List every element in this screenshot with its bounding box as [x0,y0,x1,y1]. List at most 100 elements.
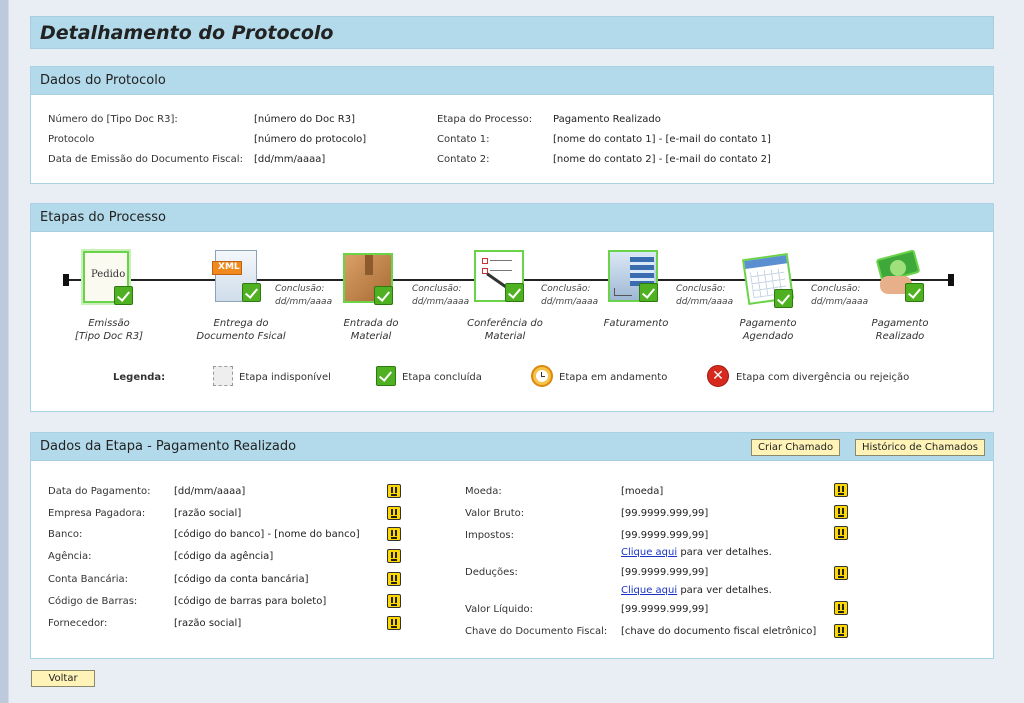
timeline-start-marker [63,274,69,286]
clock-icon [531,365,553,387]
completed-check-icon [639,283,658,302]
step-pagamento-agendado[interactable] [742,253,794,308]
xml-icon-text: XML [218,262,240,272]
step-entrega-label: Entrega do Documento Fsical [186,317,296,343]
conclusion-date: dd/mm/aaaa [676,297,734,307]
stage-data-title: Dados da Etapa - Pagamento Realizado [40,439,297,454]
step-label-line1: Faturamento [603,318,669,329]
completed-check-icon [376,366,396,386]
step-emissao[interactable]: Pedido [83,251,133,305]
bank-account-label: Conta Bancária: [48,574,129,585]
conclusion-date: dd/mm/aaaa [541,297,599,307]
warning-icon[interactable] [834,601,848,615]
warning-icon[interactable] [387,594,401,608]
currency-label: Moeda: [465,486,502,497]
warning-icon[interactable] [387,506,401,520]
step-entrega-documento[interactable]: XML [211,248,261,302]
legend-in-progress-label: Etapa em andamento [559,372,668,383]
timeline-end-marker [948,274,954,286]
gross-value-value: [99.9999.999,99] [621,508,709,519]
conclusion-label: Conclusão: [412,284,462,294]
step-label-line2: Material [484,331,526,342]
step-label-line1: Pagamento [739,318,797,329]
step-faturamento[interactable] [608,248,658,302]
issue-date-label: Data de Emissão do Documento Fiscal: [48,154,243,165]
step-conferencia-label: Conferência do Material [450,317,560,343]
legend-divergence-label: Etapa com divergência ou rejeição [736,372,910,383]
conclusion-label: Conclusão: [275,284,325,294]
error-icon: ✕ [707,365,729,387]
gross-value-label: Valor Bruto: [465,508,525,519]
ticket-history-button[interactable]: Histórico de Chamados [855,439,985,456]
fiscal-key-label: Chave do Documento Fiscal: [465,626,608,637]
warning-icon[interactable] [387,484,401,498]
protocol-value: [número do protocolo] [254,134,367,145]
protocol-data-header: Dados do Protocolo [31,67,993,95]
step-entrada-material[interactable] [343,251,393,305]
step-pagamento-realizado[interactable] [874,248,924,302]
step-label-line2: Agendado [742,331,794,342]
barcode-value: [código de barras para boleto] [174,596,327,607]
paying-company-label: Empresa Pagadora: [48,508,146,519]
bank-account-value: [código da conta bancária] [174,574,309,585]
net-value-value: [99.9999.999,99] [621,604,709,615]
protocol-data-panel: Dados do Protocolo Número do [Tipo Doc R… [30,66,994,184]
conclusion-date: dd/mm/aaaa [275,297,333,307]
deductions-label: Deduções: [465,567,518,578]
completed-check-icon [242,283,261,302]
back-button[interactable]: Voltar [31,670,95,687]
contact2-label: Contato 2: [437,154,490,165]
net-value-label: Valor Líquido: [465,604,534,615]
step3-conclusion: Conclusão: dd/mm/aaaa [412,283,469,309]
issue-date-value: [dd/mm/aaaa] [254,154,326,165]
doc-number-value: [número do Doc R3] [254,114,356,125]
barcode-label: Código de Barras: [48,596,138,607]
taxes-value: [99.9999.999,99] [621,530,709,541]
step2-conclusion: Conclusão: dd/mm/aaaa [275,283,332,309]
unavailable-icon [213,366,233,386]
warning-icon[interactable] [387,527,401,541]
protocol-data-title: Dados do Protocolo [40,73,166,88]
legend-unavailable-label: Etapa indisponível [239,372,331,383]
warning-icon[interactable] [834,566,848,580]
detail-text: para ver detalhes. [677,585,772,596]
step-label-line2: Material [350,331,392,342]
deductions-value: [99.9999.999,99] [621,567,709,578]
supplier-value: [razão social] [174,618,242,629]
process-stage-value: Pagamento Realizado [553,114,661,125]
legend-title: Legenda: [113,372,166,383]
step-label-line2: [Tipo Doc R3] [74,331,144,342]
taxes-detail-link[interactable]: Clique aqui [621,547,677,558]
agency-label: Agência: [48,551,92,562]
step5-conclusion: Conclusão: dd/mm/aaaa [676,283,733,309]
process-steps-panel: Etapas do Processo Pedido XML Conclusão:… [30,203,994,412]
warning-icon[interactable] [834,624,848,638]
warning-icon[interactable] [834,483,848,497]
step-label-line1: Entrada do [343,318,399,329]
step-realizado-label: Pagamento Realizado [845,317,955,343]
step-conferencia-material[interactable] [474,248,524,302]
warning-icon[interactable] [387,572,401,586]
completed-check-icon [114,286,133,305]
step-label-line1: Emissão [88,318,130,329]
create-ticket-button[interactable]: Criar Chamado [751,439,841,456]
warning-icon[interactable] [387,616,401,630]
legend-completed-label: Etapa concluída [402,372,482,383]
pedido-icon-text: Pedido [91,269,126,280]
conclusion-label: Conclusão: [541,284,591,294]
process-stage-label: Etapa do Processo: [437,114,533,125]
step6-conclusion: Conclusão: dd/mm/aaaa [811,283,868,309]
fiscal-key-value: [chave do documento fiscal eletrônico] [621,626,817,637]
completed-check-icon [905,283,924,302]
contact2-value: [nome do contato 2] - [e-mail do contato… [553,154,771,165]
completed-check-icon [505,283,524,302]
warning-icon[interactable] [387,549,401,563]
step-label-line2: Realizado [875,331,925,342]
process-steps-header: Etapas do Processo [31,204,993,232]
step-entrada-label: Entrada do Material [316,317,426,343]
step-label-line1: Entrega do [213,318,269,329]
deductions-detail-link[interactable]: Clique aqui [621,585,677,596]
taxes-detail: Clique aqui para ver detalhes. [621,547,772,558]
warning-icon[interactable] [834,505,848,519]
warning-icon[interactable] [834,526,848,540]
